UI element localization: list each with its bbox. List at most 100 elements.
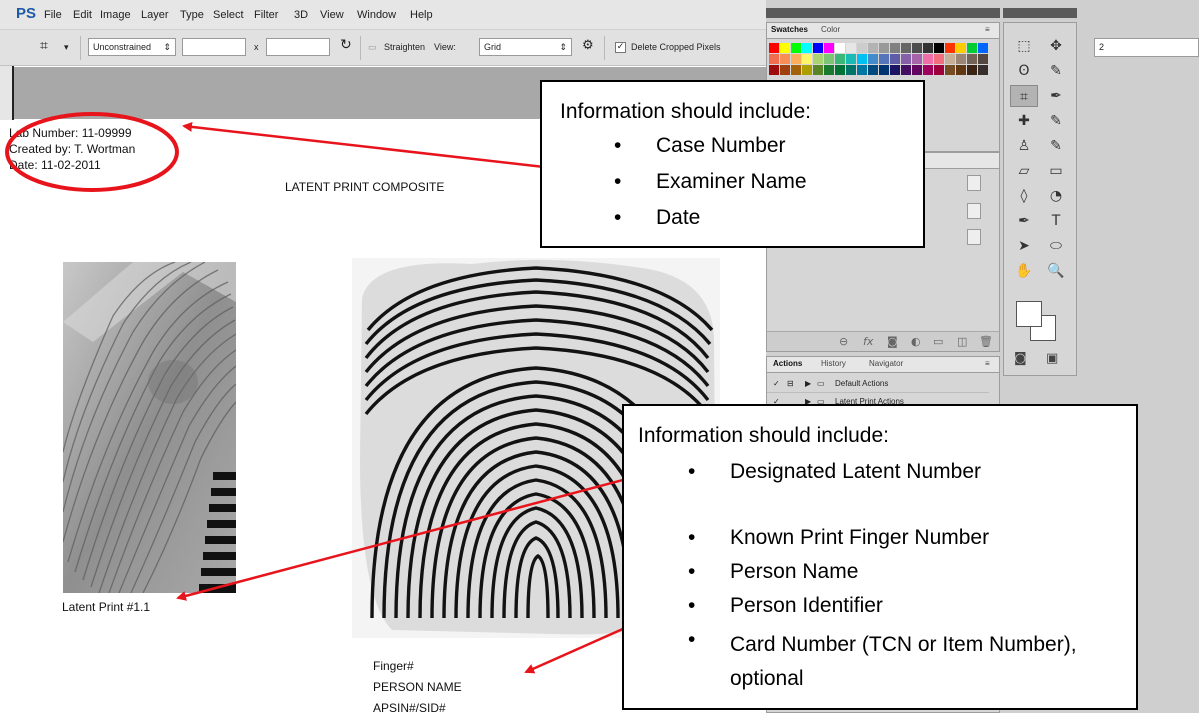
menu-view[interactable]: View <box>320 9 344 21</box>
color-swatch[interactable] <box>824 65 834 75</box>
color-swatch[interactable] <box>923 43 933 53</box>
gear-icon[interactable]: ⚙ <box>582 37 594 53</box>
color-swatch[interactable] <box>956 54 966 64</box>
new-layer-icon[interactable]: ◫ <box>957 335 967 348</box>
color-swatch[interactable] <box>901 43 911 53</box>
menu-help[interactable]: Help <box>410 9 433 21</box>
tools-collapse-bar[interactable] <box>1003 8 1077 18</box>
dodge-icon[interactable]: ◔ <box>1042 185 1070 207</box>
trash-icon[interactable]: 🗑 <box>979 335 993 348</box>
color-swatch[interactable] <box>978 65 988 75</box>
tab-actions[interactable]: Actions <box>773 359 802 368</box>
color-swatch[interactable] <box>780 54 790 64</box>
color-swatch[interactable] <box>802 54 812 64</box>
panel-menu-icon[interactable]: ≡ <box>985 359 990 368</box>
color-swatch[interactable] <box>934 54 944 64</box>
menu-layer[interactable]: Layer <box>141 9 169 21</box>
color-swatch[interactable] <box>978 43 988 53</box>
foreground-color-swatch[interactable] <box>1016 301 1042 327</box>
color-swatch[interactable] <box>923 65 933 75</box>
color-swatch[interactable] <box>813 65 823 75</box>
color-swatch[interactable] <box>901 65 911 75</box>
color-swatch[interactable] <box>813 43 823 53</box>
color-swatch[interactable] <box>901 54 911 64</box>
color-swatch[interactable] <box>879 65 889 75</box>
color-swatch[interactable] <box>791 54 801 64</box>
color-swatch[interactable] <box>780 43 790 53</box>
color-swatch[interactable] <box>824 43 834 53</box>
crop-icon[interactable]: ⌗ <box>1010 85 1038 107</box>
color-swatch[interactable] <box>945 43 955 53</box>
color-swatch[interactable] <box>890 65 900 75</box>
zoom-icon[interactable]: 🔍 <box>1042 260 1070 282</box>
color-swatch[interactable] <box>912 65 922 75</box>
color-swatch[interactable] <box>879 43 889 53</box>
path-select-icon[interactable]: ➤ <box>1010 235 1038 257</box>
action-set-row[interactable]: ✓ ⊟ ▶ ▭ Default Actions <box>767 375 989 393</box>
color-swatch[interactable] <box>934 43 944 53</box>
crop-tool-icon[interactable]: ⌗ <box>40 37 48 54</box>
menu-filter[interactable]: Filter <box>254 9 278 21</box>
folder-icon[interactable]: ▭ <box>933 335 943 348</box>
gradient-icon[interactable]: ▭ <box>1042 160 1070 182</box>
type-icon[interactable]: T <box>1042 210 1070 232</box>
fx-icon[interactable]: fx <box>863 335 873 348</box>
color-swatch[interactable] <box>824 54 834 64</box>
color-swatch[interactable] <box>769 43 779 53</box>
color-swatch[interactable] <box>791 43 801 53</box>
color-swatch[interactable] <box>945 65 955 75</box>
menu-file[interactable]: File <box>44 9 62 21</box>
color-swatch[interactable] <box>835 54 845 64</box>
color-swatch[interactable] <box>912 43 922 53</box>
tab-navigator[interactable]: Navigator <box>869 359 903 368</box>
link-icon[interactable]: ⊖ <box>839 335 848 348</box>
move-icon[interactable]: ✥ <box>1042 35 1070 57</box>
adjustment-icon[interactable]: ◐ <box>911 335 921 348</box>
layers-field[interactable] <box>967 229 981 245</box>
eraser-icon[interactable]: ▱ <box>1010 160 1038 182</box>
view-select[interactable]: Grid ⇕ <box>479 38 572 56</box>
quick-select-icon[interactable]: ✎ <box>1042 60 1070 82</box>
color-swatch[interactable] <box>846 43 856 53</box>
height-field[interactable] <box>266 38 330 56</box>
color-swatch[interactable] <box>868 65 878 75</box>
color-swatch[interactable] <box>835 43 845 53</box>
ratio-select[interactable]: Unconstrained ⇕ <box>88 38 176 56</box>
color-swatch[interactable] <box>857 43 867 53</box>
color-swatch[interactable] <box>846 65 856 75</box>
straighten-icon[interactable]: ▭ <box>368 42 377 53</box>
marquee-icon[interactable]: ⬚ <box>1010 35 1038 57</box>
menu-edit[interactable]: Edit <box>73 9 92 21</box>
color-swatch[interactable] <box>934 65 944 75</box>
color-swatch[interactable] <box>978 54 988 64</box>
color-swatch[interactable] <box>956 65 966 75</box>
color-swatch[interactable] <box>857 65 867 75</box>
menu-window[interactable]: Window <box>357 9 396 21</box>
color-swatch[interactable] <box>769 54 779 64</box>
tab-swatches[interactable]: Swatches <box>771 25 808 34</box>
swap-icon[interactable]: ↻ <box>340 36 352 53</box>
color-swatch[interactable] <box>879 54 889 64</box>
panel-menu-icon[interactable]: ≡ <box>985 25 990 34</box>
menu-image[interactable]: Image <box>100 9 131 21</box>
panel-collapse-bar[interactable] <box>766 8 1000 18</box>
menu-select[interactable]: Select <box>213 9 244 21</box>
color-swatch[interactable] <box>956 43 966 53</box>
quick-mask-icon[interactable]: ◙ <box>1014 351 1027 366</box>
color-swatch[interactable] <box>945 54 955 64</box>
color-swatch[interactable] <box>780 65 790 75</box>
shape-icon[interactable]: ⬭ <box>1042 235 1070 257</box>
color-swatch[interactable] <box>868 54 878 64</box>
color-swatch[interactable] <box>802 65 812 75</box>
lasso-icon[interactable]: ʘ <box>1010 60 1038 82</box>
color-swatch[interactable] <box>923 54 933 64</box>
color-swatch[interactable] <box>890 54 900 64</box>
color-swatch[interactable] <box>802 43 812 53</box>
hand-icon[interactable]: ✋ <box>1010 260 1038 282</box>
color-swatch[interactable] <box>769 65 779 75</box>
tab-history[interactable]: History <box>821 359 846 368</box>
color-swatch[interactable] <box>791 65 801 75</box>
brush-icon[interactable]: ✎ <box>1042 110 1070 132</box>
color-swatch[interactable] <box>868 43 878 53</box>
color-swatch[interactable] <box>967 65 977 75</box>
